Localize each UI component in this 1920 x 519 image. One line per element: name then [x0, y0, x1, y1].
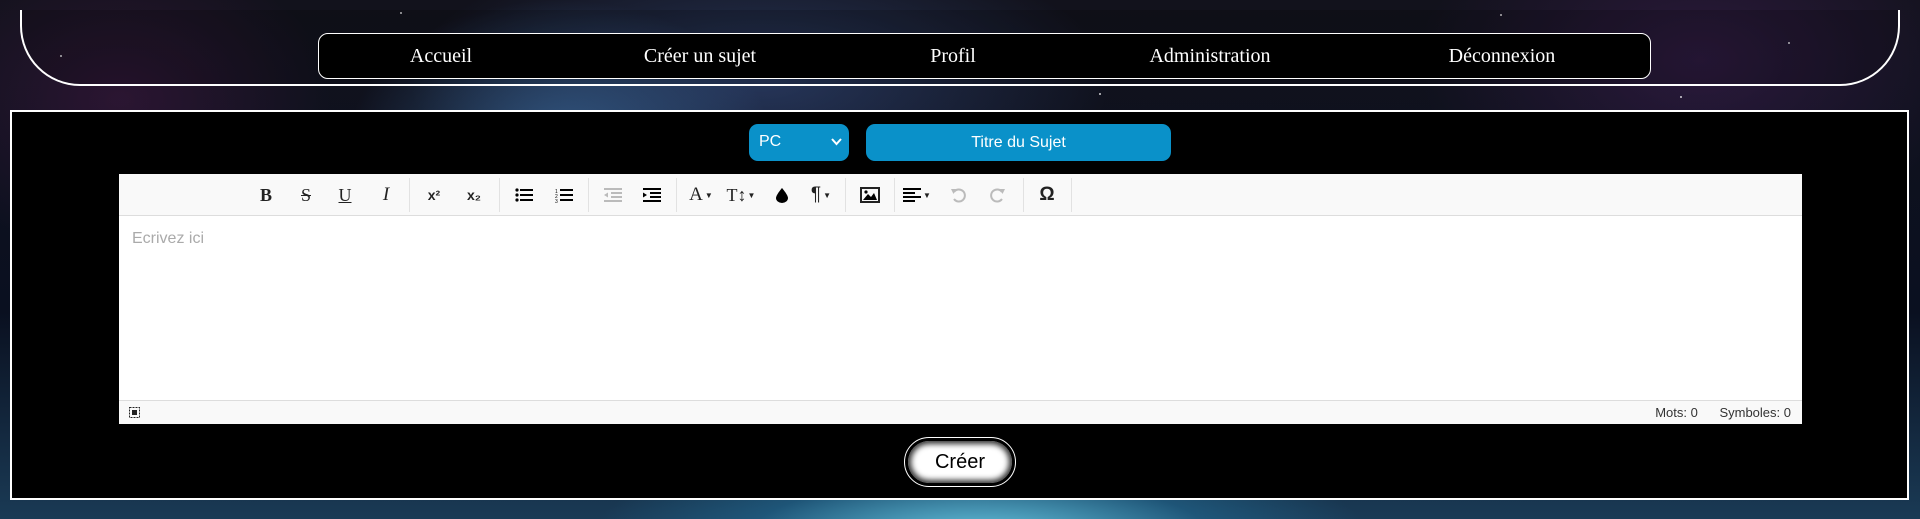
strikethrough-icon[interactable]: S: [291, 180, 321, 210]
image-icon[interactable]: [855, 180, 885, 210]
nav-link-accueil[interactable]: Accueil: [410, 45, 472, 68]
font-family-icon[interactable]: A ▼: [683, 180, 719, 210]
redo-icon[interactable]: [983, 180, 1013, 210]
paragraph-format-icon[interactable]: ¶ ▼: [803, 180, 839, 210]
symbol-count: Symboles: 0: [1719, 405, 1791, 420]
topic-title-input[interactable]: Titre du Sujet: [866, 124, 1171, 161]
top-navigation-frame: Accueil Créer un sujet Profil Administra…: [20, 10, 1900, 86]
main-nav: Accueil Créer un sujet Profil Administra…: [318, 33, 1651, 79]
rich-text-editor: B S U I x² x₂ 123 A ▼ T↕ ▼ ¶ ▼ ▼ Ω Ecriv…: [119, 174, 1802, 424]
align-icon[interactable]: ▼: [899, 180, 935, 210]
create-button[interactable]: Créer: [904, 437, 1016, 487]
special-characters-icon[interactable]: Ω: [1032, 180, 1062, 210]
nav-link-profil[interactable]: Profil: [930, 45, 976, 68]
word-count: Mots: 0: [1655, 405, 1698, 420]
outdent-icon[interactable]: [598, 180, 628, 210]
italic-icon[interactable]: I: [371, 180, 401, 210]
editor-toolbar: B S U I x² x₂ 123 A ▼ T↕ ▼ ¶ ▼ ▼ Ω: [119, 174, 1802, 216]
nav-link-create-topic[interactable]: Créer un sujet: [644, 45, 756, 68]
create-button-label: Créer: [908, 441, 1012, 483]
fullscreen-icon[interactable]: [129, 407, 140, 418]
indent-icon[interactable]: [637, 180, 667, 210]
bold-icon[interactable]: B: [251, 180, 281, 210]
category-select-value: PC: [759, 133, 782, 150]
chevron-down-icon: [831, 138, 842, 146]
nav-link-administration[interactable]: Administration: [1149, 45, 1270, 68]
numbered-list-icon[interactable]: 123: [549, 180, 579, 210]
editor-content-area[interactable]: Ecrivez ici: [119, 216, 1802, 396]
nav-link-deconnexion[interactable]: Déconnexion: [1449, 45, 1556, 68]
bulleted-list-icon[interactable]: [509, 180, 539, 210]
superscript-icon[interactable]: x²: [419, 180, 449, 210]
category-select[interactable]: PC: [749, 124, 849, 161]
svg-text:3: 3: [555, 199, 558, 203]
undo-icon[interactable]: [943, 180, 973, 210]
text-color-icon[interactable]: [767, 180, 797, 210]
underline-icon[interactable]: U: [330, 180, 360, 210]
editor-placeholder: Ecrivez ici: [132, 230, 205, 247]
font-size-icon[interactable]: T↕ ▼: [723, 180, 759, 210]
subscript-icon[interactable]: x₂: [459, 180, 489, 210]
editor-statusbar: Mots: 0 Symboles: 0: [119, 400, 1802, 424]
